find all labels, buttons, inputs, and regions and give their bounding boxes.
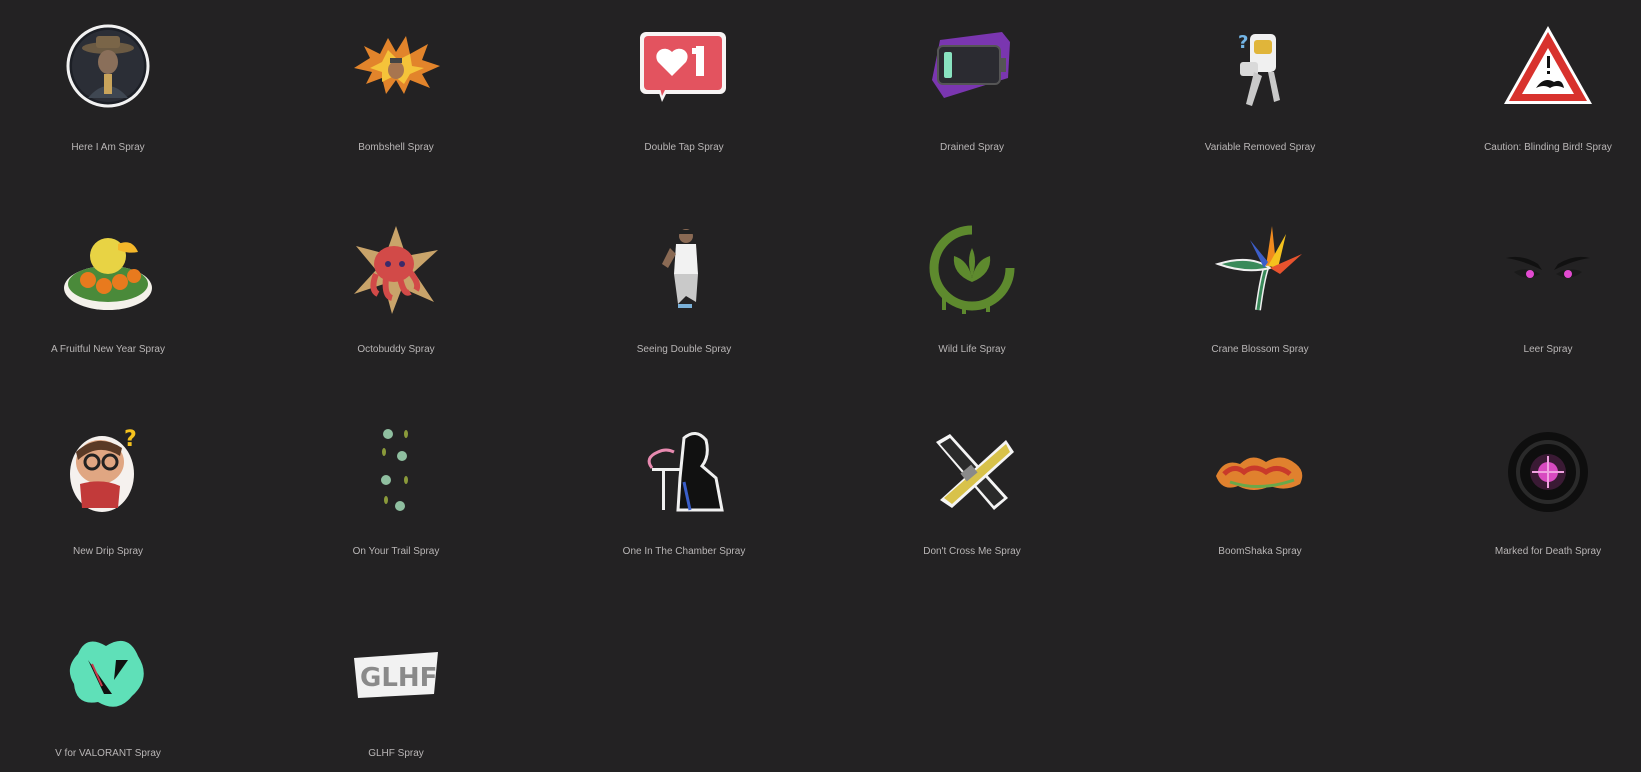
spray-card-here-i-am[interactable]: Here I Am Spray [0, 0, 243, 196]
spray-card-caution-blinding-bird[interactable]: Caution: Blinding Bird! Spray [1413, 0, 1641, 196]
spray-label: Drained Spray [940, 142, 1004, 153]
svg-text:GLHF: GLHF [360, 663, 437, 693]
spray-card-on-your-trail[interactable]: On Your Trail Spray [261, 404, 531, 600]
nerd-character-icon: ? [58, 422, 158, 522]
spray-card-drained[interactable]: Drained Spray [837, 0, 1107, 196]
fruit-basket-icon [58, 220, 158, 320]
spray-label: Bombshell Spray [358, 142, 434, 153]
spray-label: Seeing Double Spray [636, 344, 732, 355]
spray-label: Don't Cross Me Spray [923, 546, 1021, 557]
spray-card-new-drip[interactable]: ? New Drip Spray [0, 404, 243, 600]
cowboy-portrait-icon [58, 18, 158, 118]
low-battery-icon [922, 18, 1022, 118]
spray-grid: Here I Am Spray Bombshell Spray Double T… [0, 0, 1641, 772]
spray-card-boomshaka[interactable]: BoomShaka Spray [1125, 404, 1395, 600]
spray-card-leer[interactable]: Leer Spray [1413, 202, 1641, 398]
spray-label: Marked for Death Spray [1494, 546, 1602, 557]
spray-card-variable-removed[interactable]: ? Variable Removed Spray [1125, 0, 1395, 196]
spray-label: Leer Spray [1523, 344, 1573, 355]
spray-label: One In The Chamber Spray [622, 546, 746, 557]
octopus-star-icon [346, 220, 446, 320]
spray-label: BoomShaka Spray [1218, 546, 1302, 557]
robot-question-icon: ? [1210, 18, 1310, 118]
valorant-v-splatter-icon [58, 624, 158, 724]
spray-card-fruitful-new-year[interactable]: A Fruitful New Year Spray [0, 202, 243, 398]
paw-prints-icon [346, 422, 446, 522]
spray-label: Variable Removed Spray [1204, 142, 1316, 153]
spray-label: Double Tap Spray [644, 142, 724, 153]
spray-card-dont-cross-me[interactable]: Don't Cross Me Spray [837, 404, 1107, 600]
spray-card-octobuddy[interactable]: Octobuddy Spray [261, 202, 531, 398]
spray-card-wild-life[interactable]: Wild Life Spray [837, 202, 1107, 398]
spray-label: A Fruitful New Year Spray [51, 344, 165, 355]
spray-label: Wild Life Spray [938, 344, 1006, 355]
spray-card-glhf[interactable]: GLHF GLHF Spray [261, 606, 531, 772]
spray-label: Octobuddy Spray [357, 344, 435, 355]
spray-card-double-tap[interactable]: Double Tap Spray [549, 0, 819, 196]
spray-card-crane-blossom[interactable]: Crane Blossom Spray [1125, 202, 1395, 398]
svg-text:?: ? [124, 427, 137, 452]
heart-like-notification-icon [634, 18, 734, 118]
glaring-eyes-icon [1498, 220, 1598, 320]
sprout-circle-icon [922, 220, 1022, 320]
spray-label: Crane Blossom Spray [1211, 344, 1309, 355]
target-reticle-icon [1498, 422, 1598, 522]
spray-card-bombshell[interactable]: Bombshell Spray [261, 0, 531, 196]
spray-card-marked-for-death[interactable]: Marked for Death Spray [1413, 404, 1641, 600]
spray-label: Caution: Blinding Bird! Spray [1484, 142, 1612, 153]
svg-text:?: ? [1238, 32, 1248, 53]
warning-triangle-bird-icon [1498, 18, 1598, 118]
silhouette-smoking-icon [634, 422, 734, 522]
spray-label: New Drip Spray [72, 546, 144, 557]
explosion-icon [346, 18, 446, 118]
spray-label: Here I Am Spray [71, 142, 145, 153]
spray-card-one-in-the-chamber[interactable]: One In The Chamber Spray [549, 404, 819, 600]
spray-card-v-for-valorant[interactable]: V for VALORANT Spray [0, 606, 243, 772]
spray-card-seeing-double[interactable]: Seeing Double Spray [549, 202, 819, 398]
crossed-tools-icon [922, 422, 1022, 522]
spray-label: On Your Trail Spray [352, 546, 440, 557]
spray-label: GLHF Spray [368, 748, 424, 759]
glhf-graffiti-icon: GLHF [346, 624, 446, 724]
graffiti-text-icon [1210, 422, 1310, 522]
spray-label: V for VALORANT Spray [55, 748, 161, 759]
kneeling-figure-icon [634, 220, 734, 320]
bird-of-paradise-flower-icon [1210, 220, 1310, 320]
